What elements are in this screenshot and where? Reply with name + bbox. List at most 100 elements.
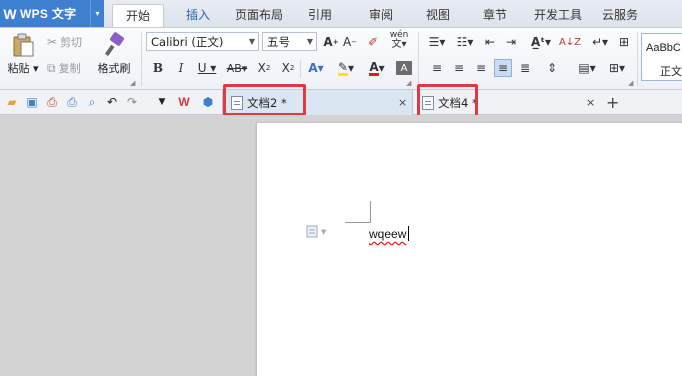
tab-view[interactable]: 视图 bbox=[418, 4, 458, 27]
paste-icon bbox=[13, 33, 34, 57]
style-gallery-normal[interactable]: AaBbC 正文 bbox=[641, 33, 682, 81]
tab-insert[interactable]: 插入 bbox=[176, 4, 220, 27]
grow-font-icon[interactable]: A + bbox=[322, 33, 340, 51]
superscript-icon[interactable]: X2 bbox=[255, 59, 273, 77]
title-bar: W WPS 文字 ▾ 开始 插入 页面布局 引用 审阅 视图 章节 开发工具 云… bbox=[0, 0, 682, 28]
align-center-icon[interactable]: ≡ bbox=[450, 59, 468, 77]
decrease-indent-icon[interactable]: ⇤ bbox=[481, 33, 499, 51]
tab-document-4[interactable]: 文档4 * bbox=[416, 90, 602, 115]
app-name: WPS 文字 bbox=[20, 7, 77, 21]
new-tab-button[interactable]: + bbox=[606, 90, 619, 115]
cut-label: 剪切 bbox=[60, 36, 83, 49]
paste-button[interactable]: 粘贴 ▾ bbox=[6, 32, 40, 76]
justify-icon[interactable]: ≡ bbox=[494, 59, 512, 77]
shrink-font-icon[interactable]: A − bbox=[341, 33, 359, 51]
page-margin-corner-mark bbox=[345, 201, 371, 223]
font-name-value: Calibri (正文) bbox=[151, 34, 224, 49]
align-left-icon[interactable]: ≡ bbox=[428, 59, 446, 77]
wps-home-icon[interactable]: W bbox=[176, 94, 192, 110]
app-menu-dropdown-icon[interactable]: ▾ bbox=[90, 0, 104, 27]
paragraph-layout-icon[interactable]: ▼ bbox=[306, 225, 326, 238]
format-painter-icon bbox=[104, 32, 124, 57]
tab-title: 文档4 * bbox=[438, 95, 478, 110]
docer-cube-icon[interactable]: ⬢ bbox=[200, 94, 216, 110]
document-icon bbox=[422, 95, 434, 110]
font-size-value: 五号 bbox=[267, 34, 290, 49]
chinese-layout-icon[interactable]: A̲ᵗ▾ bbox=[527, 33, 555, 51]
format-painter-button[interactable]: 格式刷 bbox=[94, 32, 134, 76]
strikethrough-icon[interactable]: AB▾ bbox=[224, 59, 250, 77]
tab-title: 文档2 * bbox=[247, 95, 287, 110]
chevron-down-icon: ▼ bbox=[248, 37, 256, 46]
tab-document-2[interactable]: 文档2 * bbox=[222, 90, 413, 115]
text-cursor bbox=[408, 226, 409, 241]
document-page[interactable]: wqeew bbox=[257, 123, 682, 376]
document-icon bbox=[231, 95, 243, 110]
export-pdf-icon[interactable]: ⎙ bbox=[44, 94, 60, 110]
scissors-icon: ✂ bbox=[47, 35, 58, 49]
font-name-select[interactable]: Calibri (正文) ▼ bbox=[146, 32, 259, 51]
tab-cloud[interactable]: 云服务 bbox=[598, 4, 642, 27]
separator bbox=[300, 60, 301, 78]
paragraph-dialog-launcher-icon[interactable]: ◢ bbox=[628, 79, 633, 87]
table-icon[interactable]: ⊞ bbox=[615, 33, 633, 51]
borders-icon[interactable]: ⊞▾ bbox=[604, 59, 630, 77]
underline-icon[interactable]: U ▾ bbox=[196, 59, 218, 77]
close-icon[interactable]: × bbox=[398, 90, 407, 115]
bold-icon[interactable]: B bbox=[151, 59, 165, 77]
increase-indent-icon[interactable]: ⇥ bbox=[502, 33, 520, 51]
separator bbox=[637, 32, 638, 86]
format-painter-label: 格式刷 bbox=[97, 62, 131, 75]
ribbon: 粘贴 ▾ ✂ 剪切 ⧉ 复制 格式刷 ◢ Calibri (正文) ▼ 五号 ▼… bbox=[0, 28, 682, 90]
style-name: 正文 bbox=[660, 66, 682, 78]
tab-section[interactable]: 章节 bbox=[475, 4, 515, 27]
show-hide-marks-icon[interactable]: ↵▾ bbox=[588, 33, 612, 51]
copy-button[interactable]: ⧉ 复制 bbox=[47, 59, 81, 77]
tab-developer[interactable]: 开发工具 bbox=[530, 4, 586, 27]
tab-references[interactable]: 引用 bbox=[300, 4, 340, 27]
print-icon[interactable]: ⎙ bbox=[64, 94, 80, 110]
font-color-icon[interactable]: A ▾ bbox=[364, 59, 390, 77]
bullet-list-icon[interactable]: ☰▾ bbox=[425, 33, 449, 51]
clipboard-dialog-launcher-icon[interactable]: ◢ bbox=[130, 79, 135, 87]
line-spacing-icon[interactable]: ⇕ bbox=[543, 59, 561, 77]
print-preview-icon[interactable]: ⌕ bbox=[84, 94, 100, 110]
cut-button[interactable]: ✂ 剪切 bbox=[47, 33, 82, 51]
open-folder-icon[interactable]: ▰ bbox=[4, 94, 20, 110]
italic-icon[interactable]: I bbox=[174, 59, 188, 77]
font-size-select[interactable]: 五号 ▼ bbox=[262, 32, 317, 51]
copy-label: 复制 bbox=[58, 62, 81, 75]
chevron-down-icon: ▼ bbox=[306, 37, 314, 46]
tab-home[interactable]: 开始 bbox=[112, 4, 164, 27]
style-preview-text: AaBbC bbox=[646, 42, 681, 54]
customize-toolbar-icon[interactable]: ▼ bbox=[154, 94, 170, 110]
undo-icon[interactable]: ↶ bbox=[104, 94, 120, 110]
save-icon[interactable]: ▣ bbox=[24, 94, 40, 110]
numbered-list-icon[interactable]: ☷▾ bbox=[453, 33, 477, 51]
document-tab-bar: ▰ ▣ ⎙ ⎙ ⌕ ↶ ↷ ▼ W ⬢ 文档2 * × 文档4 * × + bbox=[0, 90, 682, 115]
separator bbox=[141, 32, 142, 86]
app-menu-button[interactable]: W WPS 文字 ▾ bbox=[0, 0, 104, 27]
copy-icon: ⧉ bbox=[47, 60, 56, 75]
paste-label: 粘贴 bbox=[7, 62, 30, 75]
sort-icon[interactable]: A↓Z bbox=[559, 33, 581, 51]
redo-icon[interactable]: ↷ bbox=[124, 94, 140, 110]
separator bbox=[418, 32, 419, 86]
text-effect-icon[interactable]: A▾ bbox=[305, 59, 327, 77]
subscript-icon[interactable]: X2 bbox=[279, 59, 297, 77]
align-right-icon[interactable]: ≡ bbox=[472, 59, 490, 77]
highlight-color-icon[interactable]: ✎ ▾ bbox=[333, 59, 359, 77]
distributed-align-icon[interactable]: ≣ bbox=[516, 59, 534, 77]
clear-format-icon[interactable]: ✐ bbox=[364, 33, 382, 51]
font-dialog-launcher-icon[interactable]: ◢ bbox=[406, 79, 411, 87]
document-workspace: wqeew bbox=[0, 115, 682, 376]
page-settings-icon bbox=[306, 225, 318, 238]
tab-page-layout[interactable]: 页面布局 bbox=[230, 4, 288, 27]
close-icon[interactable]: × bbox=[586, 90, 595, 115]
tab-review[interactable]: 审阅 bbox=[361, 4, 401, 27]
shading-icon[interactable]: ▤▾ bbox=[575, 59, 599, 77]
wps-logo-icon: W bbox=[3, 5, 17, 22]
character-shading-icon[interactable]: A bbox=[396, 61, 412, 75]
phonetic-guide-icon[interactable]: wén 文▾ bbox=[386, 31, 412, 50]
document-text[interactable]: wqeew bbox=[369, 227, 406, 241]
